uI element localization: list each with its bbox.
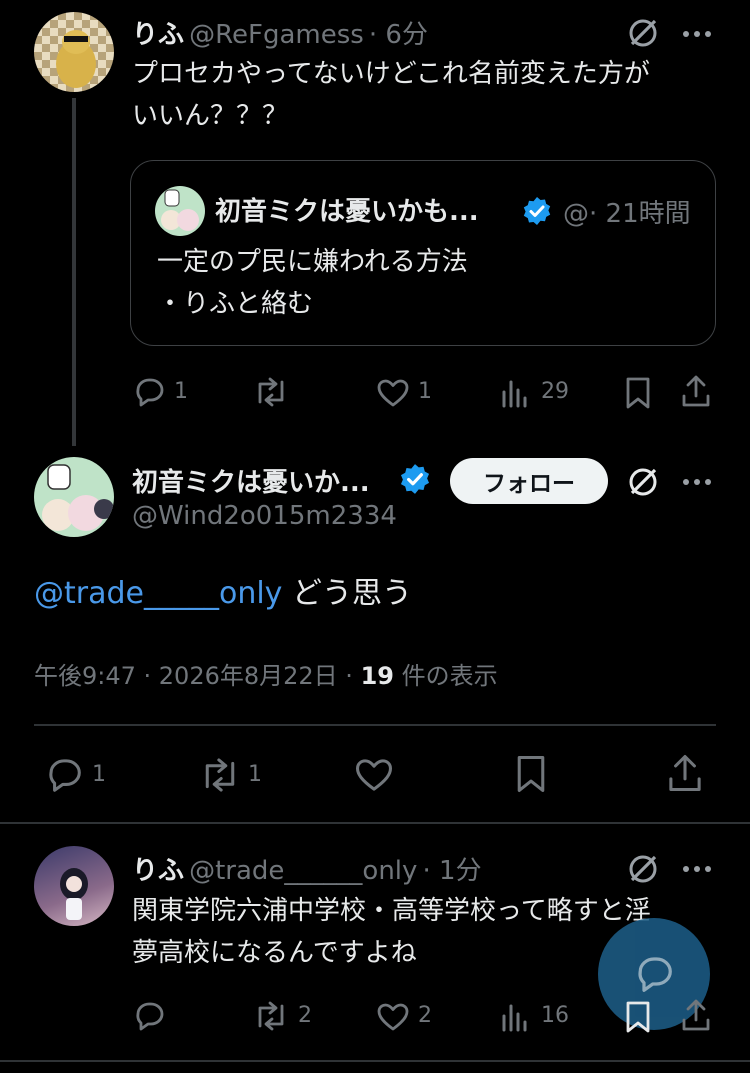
share-icon[interactable]: [666, 753, 704, 793]
avatar-post1[interactable]: [34, 12, 114, 92]
divider: [0, 822, 750, 824]
mention-link[interactable]: @trade_____only: [34, 576, 282, 611]
avatar-main[interactable]: [34, 457, 114, 537]
reply-like-count: 2: [418, 1003, 432, 1028]
views-icon[interactable]: [500, 1002, 530, 1032]
verified-badge-icon: [398, 462, 432, 500]
post1-text-line1: プロセカやってないけどこれ名前変えた方が: [132, 59, 650, 89]
post1-view-count: 29: [541, 379, 569, 404]
main-view-count[interactable]: 19: [361, 662, 394, 690]
quote-header: 初音ミクは憂いかも...: [215, 191, 479, 228]
quote-author-name: 初音ミクは憂いかも...: [215, 197, 479, 227]
main-reply-count: 1: [92, 762, 106, 787]
divider: [34, 724, 716, 726]
main-view-label: 件の表示: [393, 662, 498, 690]
quote-author-handle: @: [563, 199, 589, 229]
reply-author-handle[interactable]: @trade______only: [189, 856, 417, 886]
main-timestamp[interactable]: 午後9:47 · 2026年8月22日 ·: [34, 662, 361, 690]
like-icon[interactable]: [376, 1002, 410, 1032]
quoted-post-card[interactable]: 初音ミクは憂いかも... @· 21時間 一定のプ民に嫌われる方法 ・りふと絡む: [130, 160, 716, 346]
compose-reply-icon: [632, 954, 676, 994]
main-repost-count: 1: [248, 762, 262, 787]
reply-header: りふ @trade______only · 1分: [132, 850, 652, 887]
repost-icon[interactable]: [252, 1000, 290, 1032]
post1-like-count: 1: [418, 379, 432, 404]
post1-reply-count: 1: [174, 379, 188, 404]
more-icon[interactable]: [682, 478, 712, 486]
post1-text: プロセカやってないけどこれ名前変えた方が いいん？？？: [132, 53, 732, 137]
like-icon[interactable]: [376, 378, 410, 408]
avatar-reply[interactable]: [34, 846, 114, 926]
post1-text-line2: いいん？？？: [132, 101, 289, 131]
divider: [0, 1060, 750, 1062]
post1-header: りふ @ReFgamess · 6分: [132, 14, 672, 50]
main-author-name[interactable]: 初音ミクは憂いか...: [132, 468, 370, 498]
share-icon[interactable]: [680, 998, 712, 1032]
main-tweet-text-rest: どう思う: [282, 576, 412, 611]
reply-view-count: 16: [541, 1003, 569, 1028]
main-tweet-meta: 午後9:47 · 2026年8月22日 · 19 件の表示: [34, 656, 498, 691]
grok-icon[interactable]: [626, 16, 660, 50]
bookmark-icon[interactable]: [624, 376, 652, 410]
main-author-handle[interactable]: @Wind2o015m2334: [132, 501, 397, 531]
reply-icon[interactable]: [44, 756, 84, 794]
verified-badge-icon: [521, 195, 553, 231]
bookmark-icon[interactable]: [624, 1000, 652, 1034]
bookmark-icon[interactable]: [514, 754, 548, 794]
post1-author-name[interactable]: りふ: [132, 20, 184, 50]
repost-icon[interactable]: [252, 376, 290, 408]
views-icon[interactable]: [500, 378, 530, 408]
more-icon[interactable]: [682, 865, 712, 873]
quote-meta: @· 21時間: [563, 193, 691, 230]
quote-text-line2: ・りふと絡む: [157, 289, 314, 319]
more-icon[interactable]: [682, 30, 712, 38]
thread-connector-line: [72, 98, 76, 446]
quote-text: 一定のプ民に嫌われる方法 ・りふと絡む: [157, 241, 697, 325]
repost-icon[interactable]: [198, 756, 242, 794]
like-icon[interactable]: [354, 757, 394, 793]
post1-time[interactable]: · 6分: [369, 20, 428, 50]
grok-icon[interactable]: [626, 852, 660, 886]
reply-time[interactable]: · 1分: [423, 856, 482, 886]
reply-author-name[interactable]: りふ: [132, 856, 184, 886]
post1-author-handle[interactable]: @ReFgamess: [189, 20, 364, 50]
main-tweet-text: @trade_____only どう思う: [34, 568, 412, 612]
reply-repost-count: 2: [298, 1003, 312, 1028]
quote-avatar: [155, 186, 205, 236]
quote-time: · 21時間: [589, 199, 691, 229]
share-icon[interactable]: [680, 374, 712, 408]
reply-icon[interactable]: [132, 376, 166, 408]
main-author-name-row: 初音ミクは憂いか...: [132, 462, 370, 499]
quote-text-line1: 一定のプ民に嫌われる方法: [157, 247, 468, 277]
reply-icon[interactable]: [132, 1000, 166, 1032]
follow-button[interactable]: フォロー: [450, 458, 608, 504]
grok-icon[interactable]: [626, 465, 660, 499]
